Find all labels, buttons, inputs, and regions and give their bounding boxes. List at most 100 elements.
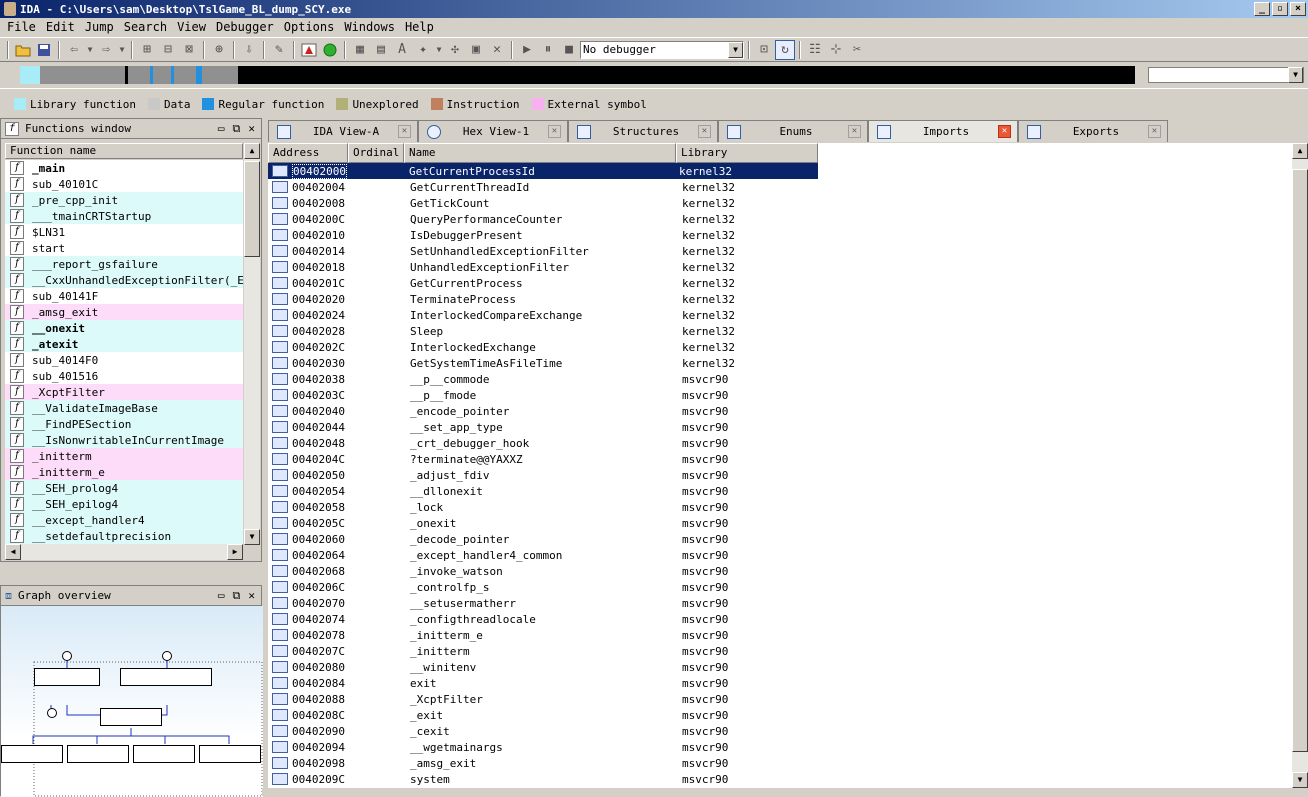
table-row[interactable]: 0040200C QueryPerformanceCounter kernel32 bbox=[268, 211, 1292, 227]
chevron-down-icon[interactable]: ▼ bbox=[434, 40, 444, 60]
down-arrow-icon[interactable]: ⇩ bbox=[239, 40, 259, 60]
scroll-down-icon[interactable]: ▼ bbox=[1292, 772, 1308, 788]
scroll-thumb[interactable] bbox=[1292, 169, 1308, 752]
address-column-header[interactable]: Address bbox=[268, 143, 348, 163]
text-search-icon[interactable]: ⊟ bbox=[158, 40, 178, 60]
function-list-item[interactable]: f __setdefaultprecision bbox=[5, 528, 243, 544]
table-row[interactable]: 00402018 UnhandledExceptionFilter kernel32 bbox=[268, 259, 1292, 275]
table-row[interactable]: 0040205C _onexit msvcr90 bbox=[268, 515, 1292, 531]
undefine-icon[interactable]: ✣ bbox=[445, 40, 465, 60]
chevron-down-icon[interactable]: ▼ bbox=[1288, 67, 1303, 83]
imports-vertical-scrollbar[interactable]: ▲ ▼ bbox=[1292, 143, 1308, 788]
minimize-panel-icon[interactable]: ▭ bbox=[218, 589, 225, 603]
function-list-item[interactable]: f __SEH_prolog4 bbox=[5, 480, 243, 496]
table-row[interactable]: 0040203C __p__fmode msvcr90 bbox=[268, 387, 1292, 403]
graph-node[interactable] bbox=[133, 745, 195, 763]
graph-node[interactable] bbox=[199, 745, 261, 763]
pause-icon[interactable]: ⏸ bbox=[538, 40, 558, 60]
chevron-down-icon[interactable]: ▼ bbox=[117, 40, 127, 60]
back-arrow-icon[interactable]: ⇦ bbox=[64, 40, 84, 60]
table-row[interactable]: 00402008 GetTickCount kernel32 bbox=[268, 195, 1292, 211]
table-row[interactable]: 00402090 _cexit msvcr90 bbox=[268, 723, 1292, 739]
graph-node[interactable] bbox=[120, 668, 212, 686]
table-row[interactable]: 00402060 _decode_pointer msvcr90 bbox=[268, 531, 1292, 547]
float-panel-icon[interactable]: ⧉ bbox=[233, 589, 241, 603]
table-row[interactable]: 00402030 GetSystemTimeAsFileTime kernel32 bbox=[268, 355, 1292, 371]
table-row[interactable]: 0040207C _initterm msvcr90 bbox=[268, 643, 1292, 659]
function-list-item[interactable]: f _atexit bbox=[5, 336, 243, 352]
tab-enums[interactable]: Enums ✕ bbox=[718, 120, 868, 142]
table-row[interactable]: 0040208C _exit msvcr90 bbox=[268, 707, 1292, 723]
table-row[interactable]: 00402070 __setusermatherr msvcr90 bbox=[268, 595, 1292, 611]
table-row[interactable]: 00402098 _amsg_exit msvcr90 bbox=[268, 755, 1292, 771]
menu-debugger[interactable]: Debugger bbox=[211, 20, 279, 34]
tab-imports[interactable]: Imports ✕ bbox=[868, 120, 1018, 142]
menu-jump[interactable]: Jump bbox=[80, 20, 119, 34]
function-list-item[interactable]: f __onexit bbox=[5, 320, 243, 336]
close-tab-icon[interactable]: ✕ bbox=[398, 125, 411, 138]
close-panel-icon[interactable]: ✕ bbox=[248, 122, 255, 136]
function-list-item[interactable]: f _initterm_e bbox=[5, 464, 243, 480]
binary-search-icon[interactable]: ⊞ bbox=[137, 40, 157, 60]
scroll-thumb[interactable] bbox=[244, 161, 260, 257]
green-circle-icon[interactable] bbox=[320, 40, 340, 60]
rename-icon[interactable]: ▣ bbox=[466, 40, 486, 60]
function-list-item[interactable]: f _pre_cpp_init bbox=[5, 192, 243, 208]
menu-view[interactable]: View bbox=[172, 20, 211, 34]
tab-exports[interactable]: Exports ✕ bbox=[1018, 120, 1168, 142]
close-tab-icon[interactable]: ✕ bbox=[1148, 125, 1161, 138]
graph-entry-node[interactable] bbox=[47, 708, 57, 718]
menu-help[interactable]: Help bbox=[400, 20, 439, 34]
float-panel-icon[interactable]: ⧉ bbox=[233, 122, 241, 136]
graph-node[interactable] bbox=[1, 745, 63, 763]
table-row[interactable]: 00402024 InterlockedCompareExchange kernel… bbox=[268, 307, 1292, 323]
remove-breakpoint-icon[interactable]: ✂ bbox=[847, 40, 867, 60]
imports-table[interactable]: Address Ordinal Name Library 00402000 Get… bbox=[268, 143, 1292, 788]
table-row[interactable]: 0040204C ?terminate@@YAXXZ msvcr90 bbox=[268, 451, 1292, 467]
function-list-item[interactable]: f _XcptFilter bbox=[5, 384, 243, 400]
close-button[interactable]: × bbox=[1290, 2, 1306, 16]
table-row[interactable]: 00402064 _except_handler4_common msvcr90 bbox=[268, 547, 1292, 563]
close-tab-icon[interactable]: ✕ bbox=[548, 125, 561, 138]
immediate-search-icon[interactable]: ⊠ bbox=[179, 40, 199, 60]
name-column-header[interactable]: Name bbox=[404, 143, 676, 163]
close-tab-icon[interactable]: ✕ bbox=[848, 125, 861, 138]
warning-icon[interactable] bbox=[299, 40, 319, 60]
function-list-item[interactable]: f ___tmainCRTStartup bbox=[5, 208, 243, 224]
function-list[interactable]: f _main f sub_40101C f _pre_cpp_init f ___tmain… bbox=[5, 160, 243, 545]
close-tab-icon[interactable]: ✕ bbox=[698, 125, 711, 138]
function-list-item[interactable]: f __CxxUnhandledExceptionFilter(_EXCEP bbox=[5, 272, 243, 288]
chevron-down-icon[interactable]: ▼ bbox=[85, 40, 95, 60]
table-row[interactable]: 00402058 _lock msvcr90 bbox=[268, 499, 1292, 515]
open-folder-icon[interactable] bbox=[13, 40, 33, 60]
function-list-item[interactable]: f __except_handler4 bbox=[5, 512, 243, 528]
stop-icon[interactable]: ■ bbox=[559, 40, 579, 60]
scroll-down-icon[interactable]: ▼ bbox=[244, 529, 260, 545]
add-breakpoint-icon[interactable]: ⊹ bbox=[826, 40, 846, 60]
table-row[interactable]: 00402048 _crt_debugger_hook msvcr90 bbox=[268, 435, 1292, 451]
graph-node[interactable] bbox=[100, 708, 162, 726]
table-row[interactable]: 00402078 _initterm_e msvcr90 bbox=[268, 627, 1292, 643]
graph-canvas[interactable] bbox=[1, 606, 263, 797]
table-row[interactable]: 00402050 _adjust_fdiv msvcr90 bbox=[268, 467, 1292, 483]
tab-ida-view[interactable]: IDA View-A ✕ bbox=[268, 120, 418, 142]
maximize-button[interactable]: ▫ bbox=[1272, 2, 1288, 16]
forward-arrow-icon[interactable]: ⇨ bbox=[96, 40, 116, 60]
menu-windows[interactable]: Windows bbox=[339, 20, 400, 34]
function-list-item[interactable]: f sub_401516 bbox=[5, 368, 243, 384]
table-row[interactable]: 0040201C GetCurrentProcess kernel32 bbox=[268, 275, 1292, 291]
function-list-item[interactable]: f _initterm bbox=[5, 448, 243, 464]
close-tab-icon[interactable]: ✕ bbox=[998, 125, 1011, 138]
tab-hex-view[interactable]: Hex View-1 ✕ bbox=[418, 120, 568, 142]
menu-edit[interactable]: Edit bbox=[41, 20, 80, 34]
table-row[interactable]: 00402004 GetCurrentThreadId kernel32 bbox=[268, 179, 1292, 195]
function-list-item[interactable]: f _amsg_exit bbox=[5, 304, 243, 320]
table-row[interactable]: 00402010 IsDebuggerPresent kernel32 bbox=[268, 227, 1292, 243]
function-list-item[interactable]: f start bbox=[5, 240, 243, 256]
function-list-item[interactable]: f __IsNonwritableInCurrentImage bbox=[5, 432, 243, 448]
tab-structures[interactable]: Structures ✕ bbox=[568, 120, 718, 142]
table-row[interactable]: 00402068 _invoke_watson msvcr90 bbox=[268, 563, 1292, 579]
refresh-icon[interactable]: ↻ bbox=[775, 39, 795, 60]
table-row[interactable]: 00402020 TerminateProcess kernel32 bbox=[268, 291, 1292, 307]
table-row[interactable]: 00402084 exit msvcr90 bbox=[268, 675, 1292, 691]
